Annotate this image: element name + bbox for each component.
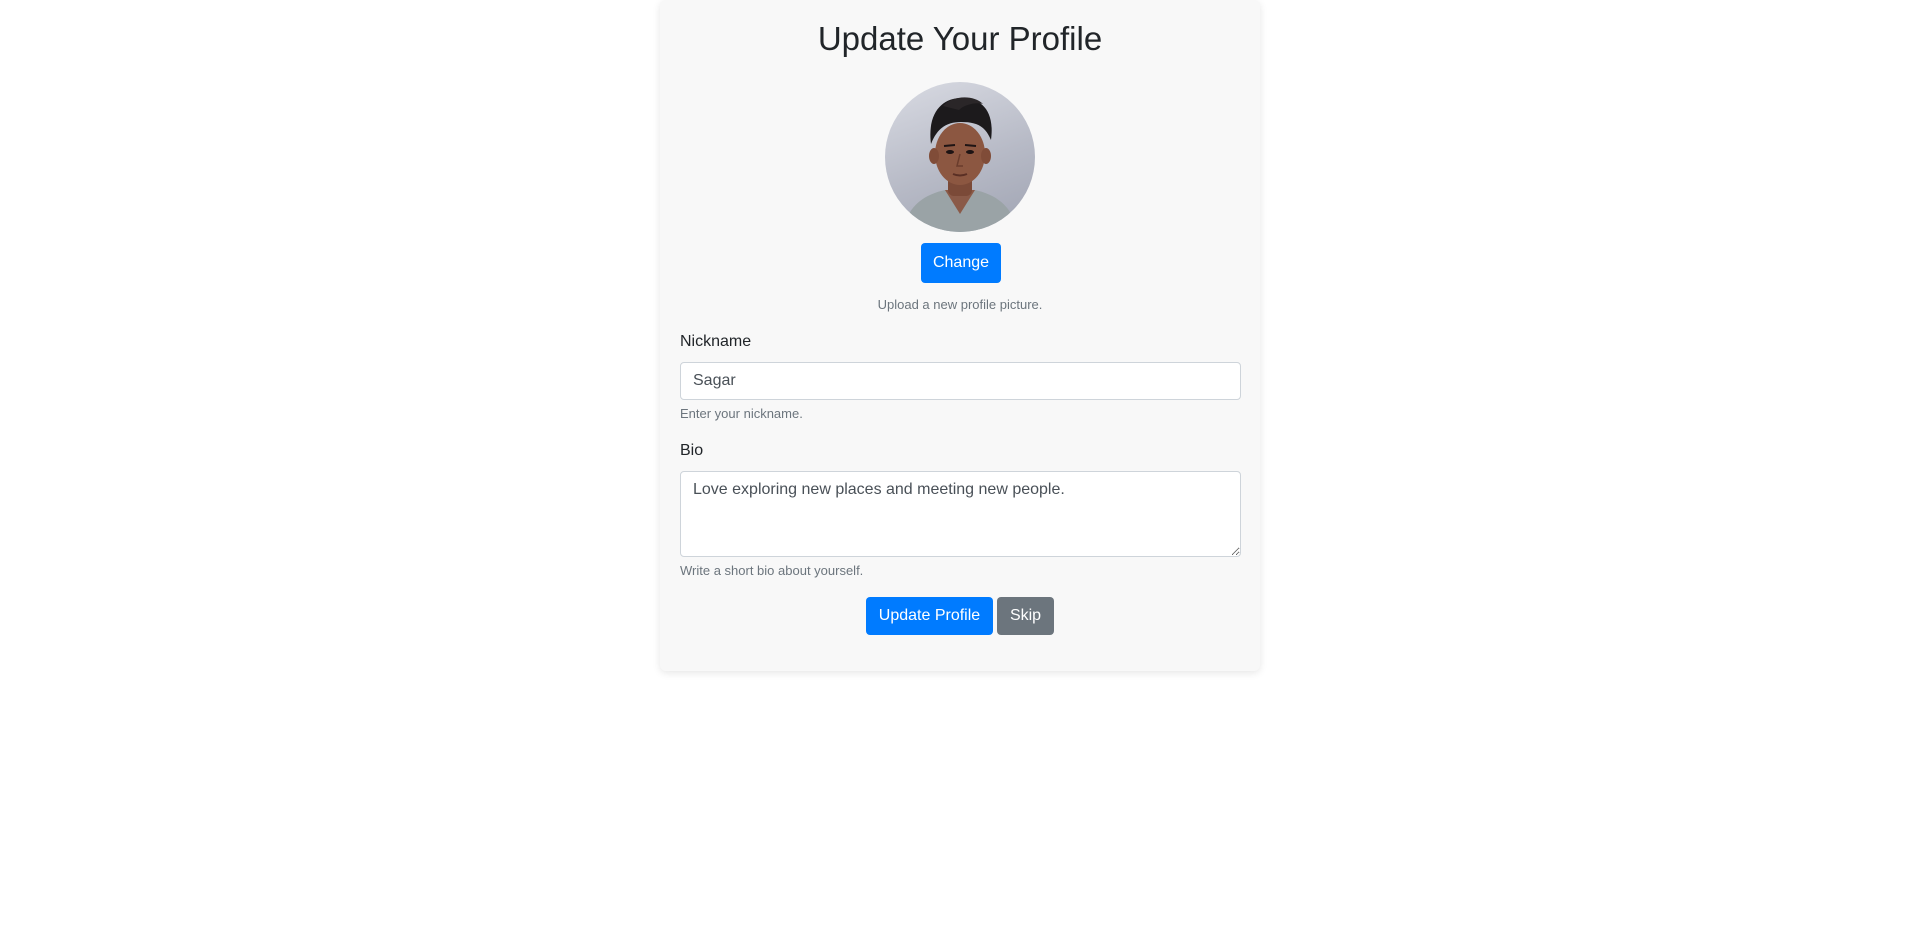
upload-help-text: Upload a new profile picture.	[877, 297, 1043, 312]
nickname-label: Nickname	[680, 333, 752, 350]
profile-card: Update Your Profile Change Upload a new …	[660, 0, 1260, 671]
page-title: Update Your Profile	[817, 20, 1103, 57]
bio-label: Bio	[680, 442, 704, 459]
skip-button[interactable]: Skip	[997, 597, 1054, 635]
update-profile-button[interactable]: Update Profile	[866, 597, 993, 635]
bio-help-text: Write a short bio about yourself.	[680, 563, 864, 578]
avatar	[885, 82, 1035, 232]
nickname-input[interactable]	[680, 362, 1241, 400]
change-photo-button[interactable]: Change	[921, 243, 1001, 283]
form-actions: Update Profile Skip	[660, 597, 1260, 635]
bio-textarea[interactable]: Love exploring new places and meeting ne…	[680, 471, 1241, 557]
nickname-help-text: Enter your nickname.	[680, 406, 803, 421]
profile-photo-icon	[903, 97, 1017, 232]
